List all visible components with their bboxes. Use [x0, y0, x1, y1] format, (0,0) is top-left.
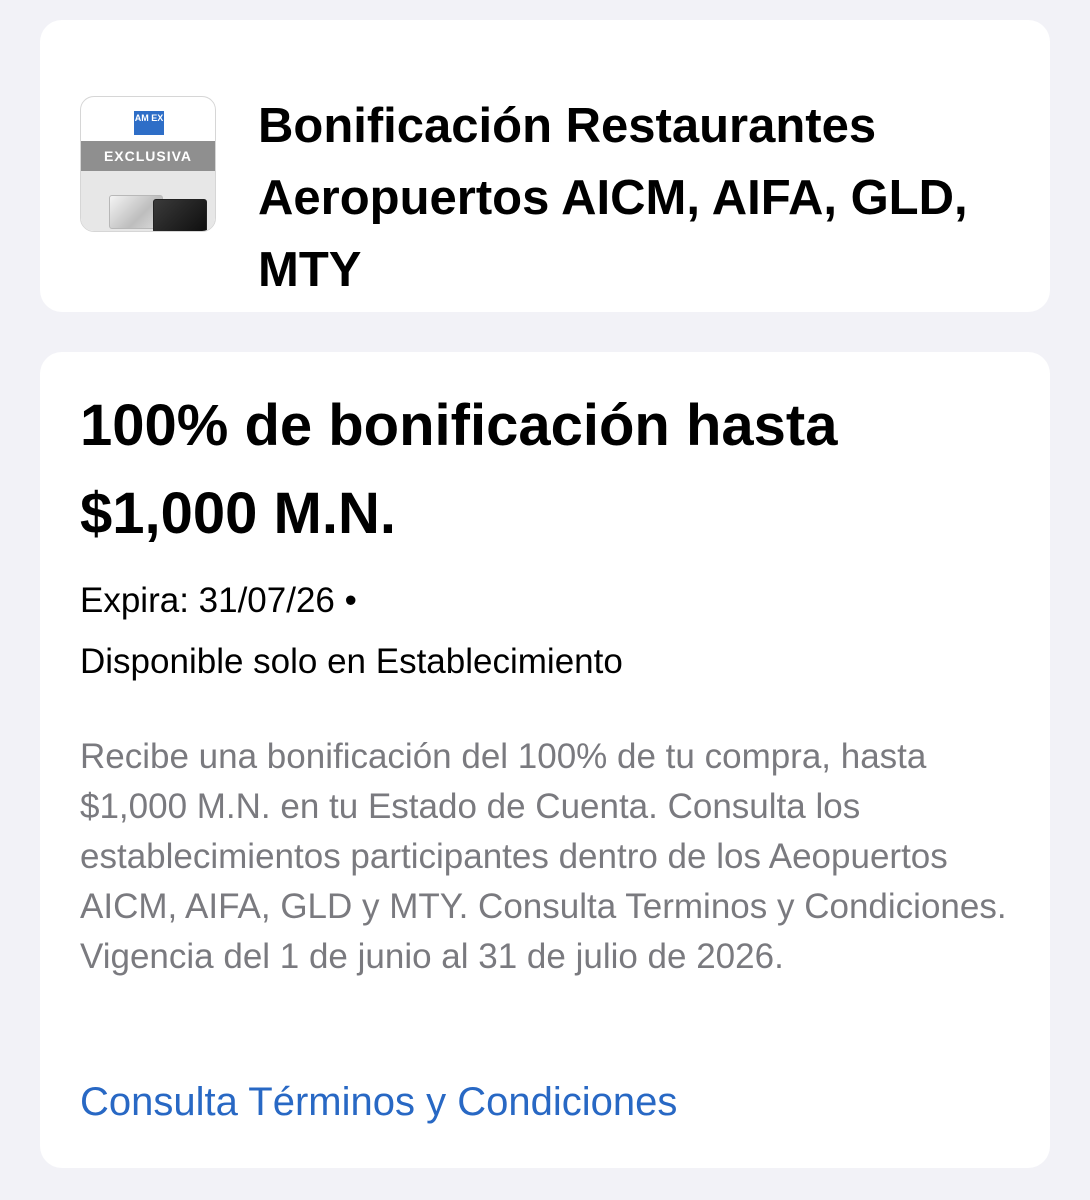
expiry-date: Expira: 31/07/26 • — [80, 581, 357, 620]
amex-logo-icon: AM EX — [134, 111, 164, 135]
centurion-card-icon — [153, 199, 207, 231]
exclusive-badge: EXCLUSIVA — [81, 141, 215, 171]
availability-text: Disponible solo en Establecimiento — [80, 642, 623, 681]
offer-description: Recibe una bonificación del 100% de tu c… — [80, 737, 1007, 976]
offer-header-card: AM EX EXCLUSIVA Bonificación Restaurante… — [40, 20, 1050, 312]
terms-and-conditions-link[interactable]: Consulta Términos y Condiciones — [80, 1074, 677, 1130]
offer-details-card: 100% de bonificación hasta $1,000 M.N. E… — [40, 352, 1050, 1168]
offer-headline: 100% de bonificación hasta $1,000 M.N. — [80, 393, 838, 546]
offer-thumbnail: AM EX EXCLUSIVA — [80, 96, 216, 232]
offer-title: Bonificación Restaurantes Aeropuertos AI… — [258, 99, 968, 297]
